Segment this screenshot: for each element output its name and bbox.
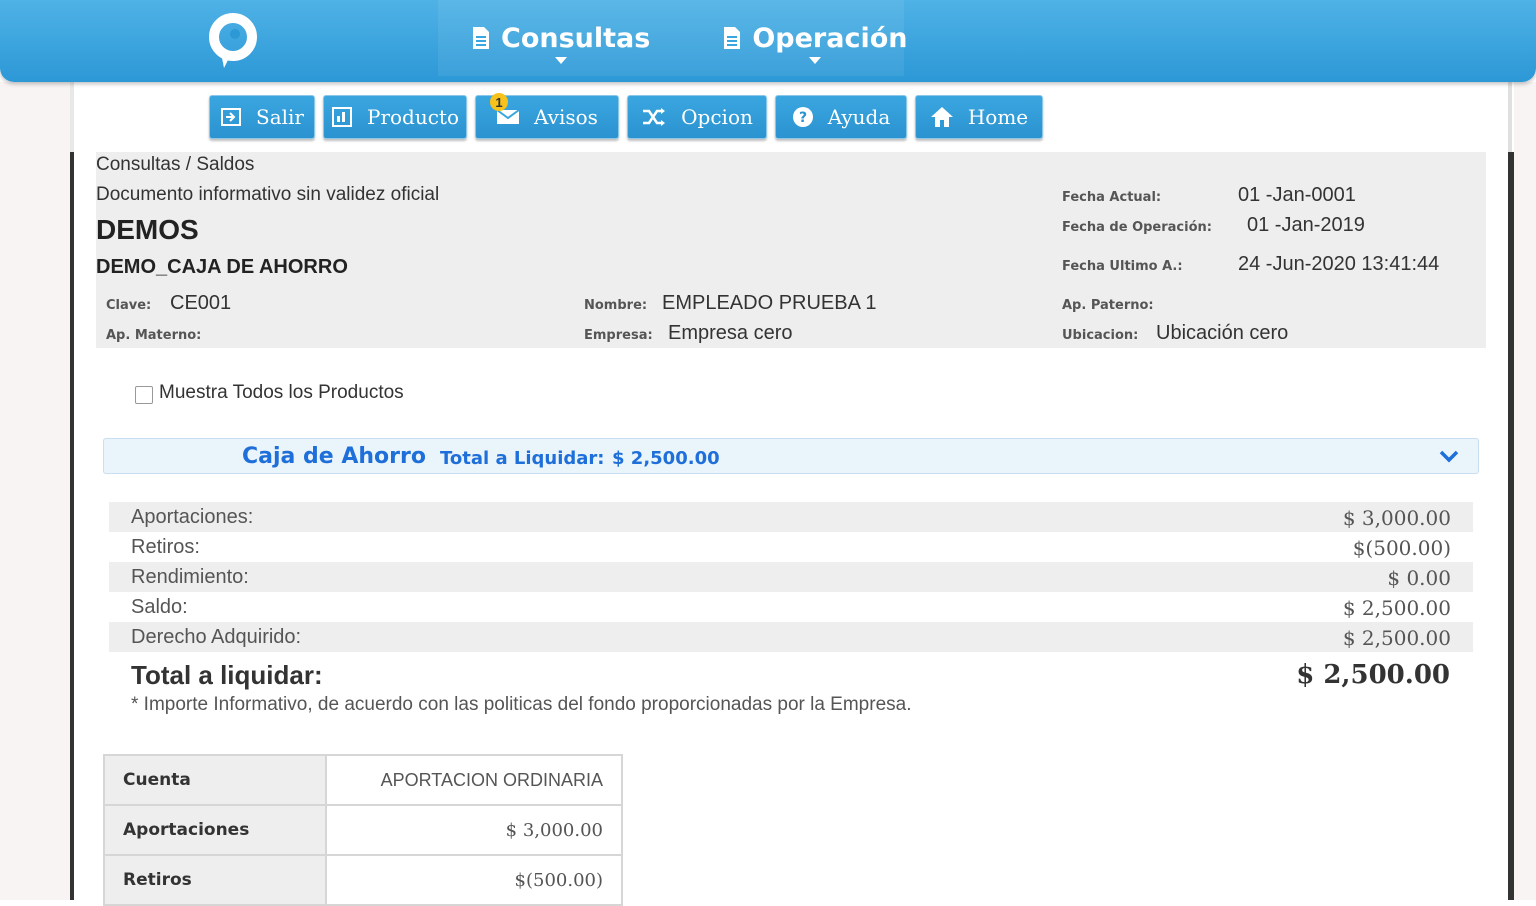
- frame-border-left-dark: [70, 152, 74, 900]
- opcion-label: Opcion: [681, 105, 753, 129]
- chevron-down-icon[interactable]: [1438, 448, 1460, 464]
- empresa-value: Empresa cero: [668, 322, 793, 344]
- document-icon: [473, 27, 489, 49]
- show-all-products-label[interactable]: Muestra Todos los Productos: [159, 382, 404, 404]
- breadcrumb: Consultas / Saldos: [96, 154, 255, 175]
- avisos-button[interactable]: 1 Avisos: [475, 93, 619, 139]
- summary-row-value: $ 2,500.00: [1342, 596, 1451, 620]
- accordion-total-value: $ 2,500.00: [612, 448, 720, 469]
- summary-row: Saldo: $ 2,500.00: [109, 592, 1473, 622]
- salir-label: Salir: [256, 105, 304, 129]
- product-title: DEMO_CAJA DE AHORRO: [96, 256, 348, 278]
- company-title: DEMOS: [96, 214, 199, 245]
- caja-ahorro-accordion[interactable]: Caja de Ahorro Total a Liquidar: $ 2,500…: [103, 438, 1479, 474]
- help-icon: ?: [792, 107, 813, 127]
- summary-row-label: Derecho Adquirido:: [131, 626, 302, 648]
- ubicacion-value: Ubicación cero: [1156, 322, 1289, 344]
- svg-text:?: ?: [799, 110, 807, 126]
- fecha-actual-label: Fecha Actual:: [1062, 190, 1162, 205]
- summary-row-value: $ 3,000.00: [1342, 506, 1451, 530]
- document-icon: [724, 27, 741, 49]
- table-cell: APORTACION ORDINARIA: [325, 754, 623, 806]
- producto-button[interactable]: Producto: [323, 95, 467, 139]
- summary-row: Derecho Adquirido: $ 2,500.00: [109, 622, 1473, 652]
- home-label: Home: [967, 105, 1029, 129]
- product-icon: [331, 107, 352, 127]
- summary-row: Rendimiento: $ 0.00: [109, 562, 1473, 592]
- fecha-operacion-value: 01 -Jan-2019: [1247, 214, 1365, 236]
- table-cell: $ 3,000.00: [325, 804, 623, 856]
- nav-consultas-label: Consultas: [501, 22, 651, 54]
- exit-icon: [221, 108, 241, 126]
- summary-row: Aportaciones: $ 3,000.00: [109, 502, 1473, 532]
- total-liquidar-label: Total a liquidar:: [131, 660, 323, 690]
- salir-button[interactable]: Salir: [209, 95, 315, 139]
- table-row: Retiros $(500.00): [103, 854, 623, 906]
- main-nav: Consultas Operación: [455, 0, 924, 76]
- nav-operacion[interactable]: Operación: [706, 0, 923, 76]
- table-header-cell: Aportaciones: [103, 804, 327, 856]
- home-icon: [930, 107, 953, 127]
- summary-row-label: Retiros:: [131, 536, 200, 558]
- ayuda-label: Ayuda: [827, 105, 891, 129]
- ubicacion-label: Ubicacion:: [1062, 328, 1139, 343]
- table-header-cell: Cuenta: [103, 754, 327, 806]
- top-navbar: Consultas Operación: [0, 0, 1536, 82]
- footnote-text: * Importe Informativo, de acuerdo con la…: [131, 694, 912, 715]
- notification-badge: 1: [490, 93, 508, 111]
- nav-consultas[interactable]: Consultas: [455, 0, 666, 76]
- nombre-label: Nombre:: [584, 298, 648, 313]
- table-row: Aportaciones $ 3,000.00: [103, 804, 623, 856]
- ap-materno-label: Ap. Materno:: [106, 328, 202, 343]
- summary-row-label: Aportaciones:: [131, 506, 254, 528]
- table-header-cell: Retiros: [103, 854, 327, 906]
- accordion-total-label: Total a Liquidar:: [440, 448, 605, 469]
- show-all-products-checkbox[interactable]: [135, 386, 153, 404]
- ayuda-button[interactable]: ? Ayuda: [775, 95, 907, 139]
- accordion-title: Caja de Ahorro: [242, 444, 426, 469]
- fecha-ultimo-value: 24 -Jun-2020 13:41:44: [1238, 253, 1440, 275]
- avisos-label: Avisos: [534, 105, 598, 129]
- clave-value: CE001: [170, 292, 232, 314]
- table-cell: $(500.00): [325, 854, 623, 906]
- summary-row-value: $ 0.00: [1387, 566, 1451, 590]
- clave-label: Clave:: [106, 298, 152, 313]
- table-row: Cuenta APORTACION ORDINARIA: [103, 754, 623, 806]
- nombre-value: EMPLEADO PRUEBA 1: [662, 292, 877, 314]
- empresa-label: Empresa:: [584, 328, 653, 343]
- opcion-button[interactable]: Opcion: [627, 95, 767, 139]
- page-margin-left: [0, 82, 70, 900]
- summary-row-label: Rendimiento:: [131, 566, 249, 588]
- producto-label: Producto: [366, 105, 460, 129]
- disclaimer-text: Documento informativo sin validez oficia…: [96, 184, 440, 205]
- frame-border-right-dark: [1508, 152, 1514, 900]
- nav-operacion-label: Operación: [752, 22, 908, 54]
- summary-row: Retiros: $(500.00): [109, 532, 1473, 562]
- account-detail-table: Cuenta APORTACION ORDINARIA Aportaciones…: [103, 754, 623, 906]
- employee-info-panel: [96, 152, 1486, 348]
- fecha-actual-value: 01 -Jan-0001: [1238, 184, 1356, 206]
- shuffle-icon: [643, 108, 666, 126]
- summary-row-label: Saldo:: [131, 596, 188, 618]
- chevron-down-icon: [554, 57, 567, 64]
- summary-row-value: $(500.00): [1352, 536, 1451, 560]
- home-button[interactable]: Home: [915, 95, 1043, 139]
- page-margin-right: [1514, 82, 1536, 900]
- summary-row-value: $ 2,500.00: [1342, 626, 1451, 650]
- chevron-down-icon: [808, 57, 821, 64]
- app-logo[interactable]: [206, 12, 260, 70]
- ap-paterno-label: Ap. Paterno:: [1062, 298, 1154, 313]
- fecha-ultimo-label: Fecha Ultimo A.:: [1062, 259, 1183, 274]
- action-toolbar: Salir Producto 1 Avisos Opcion ? Ayuda H…: [209, 93, 1051, 139]
- fecha-operacion-label: Fecha de Operación:: [1062, 220, 1212, 235]
- total-liquidar-value: $ 2,500.00: [1296, 660, 1450, 690]
